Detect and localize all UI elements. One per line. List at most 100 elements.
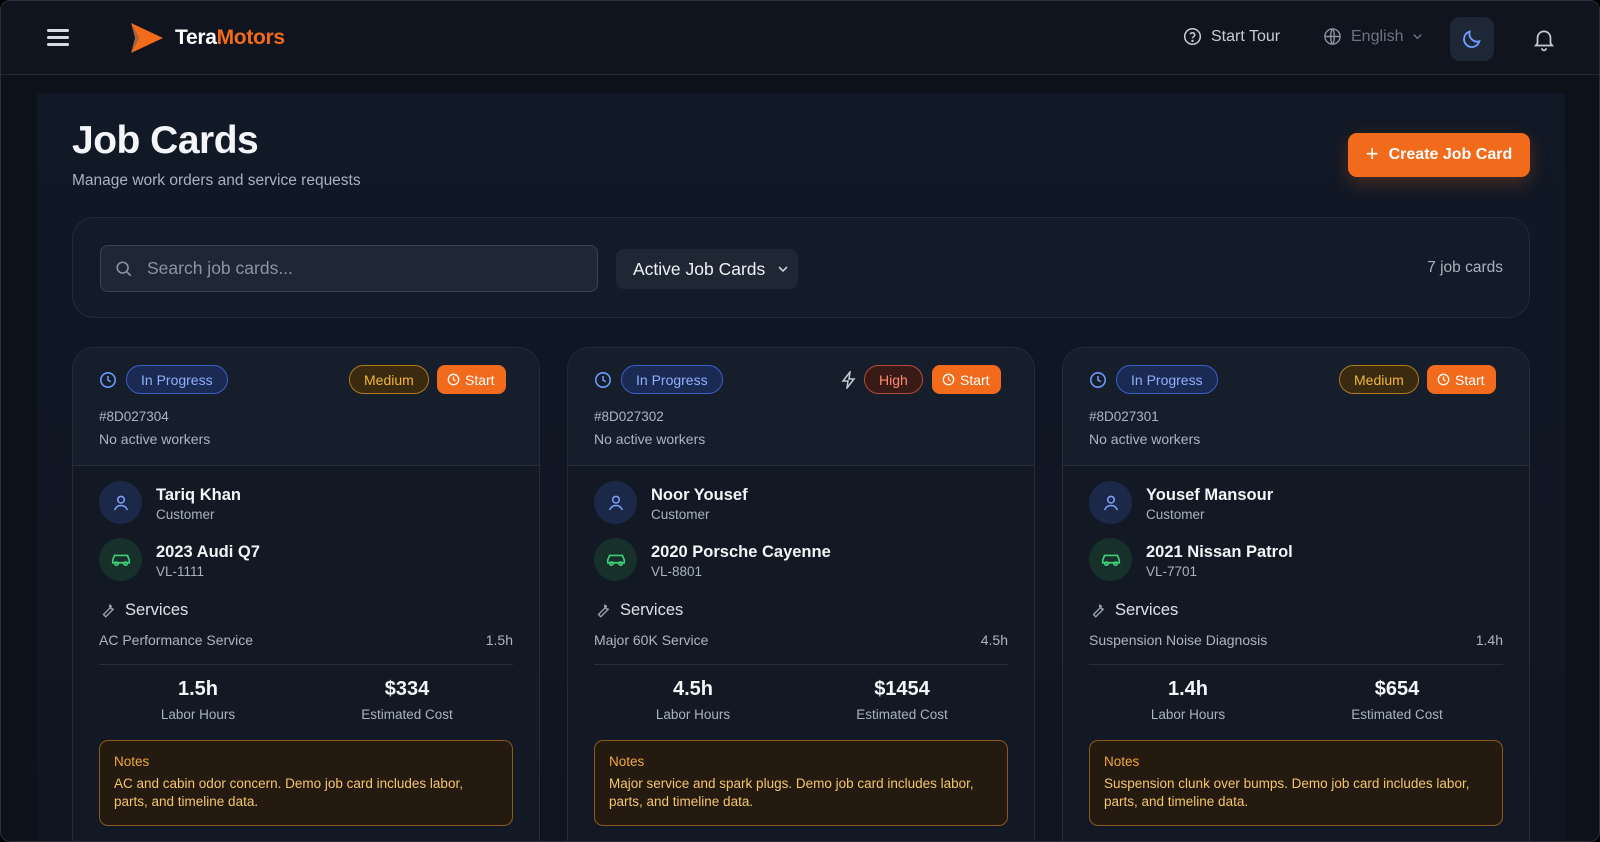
globe-icon — [1324, 28, 1341, 45]
estimated-cost-label: Estimated Cost — [856, 707, 948, 722]
customer-role: Customer — [156, 507, 215, 522]
estimated-cost-value: $334 — [384, 678, 430, 700]
estimated-cost-value: $654 — [1374, 678, 1420, 700]
start-button[interactable]: Start — [437, 365, 506, 394]
service-name: Major 60K Service — [594, 632, 709, 648]
filter-bar: Active Job Cards 7 job cards — [72, 217, 1530, 318]
main-content: Job Cards Manage work orders and service… — [37, 93, 1565, 841]
service-hours: 1.4h — [1475, 632, 1503, 648]
job-card[interactable]: In Progress Medium Start #8D027301 No ac… — [1062, 347, 1530, 841]
customer-name: Tariq Khan — [156, 486, 241, 504]
notes-box: Notes Major service and spark plugs. Dem… — [594, 740, 1008, 826]
language-selector[interactable]: English — [1323, 27, 1423, 46]
app-window: TeraMotors Start Tour English Job Cards … — [0, 0, 1600, 842]
wrench-icon — [102, 604, 115, 618]
labor-hours-label: Labor Hours — [1150, 707, 1226, 722]
job-card[interactable]: In Progress High Start #8D027302 No acti… — [567, 347, 1035, 841]
customer-role: Customer — [651, 507, 710, 522]
customer-role: Customer — [1146, 507, 1205, 522]
labor-hours-stat: 1.5h Labor Hours — [108, 678, 288, 722]
services-heading: Services — [620, 601, 684, 619]
start-label: Start — [465, 371, 495, 388]
start-button[interactable]: Start — [932, 365, 1001, 394]
labor-hours-stat: 1.4h Labor Hours — [1098, 678, 1278, 722]
help-circle-icon — [1183, 27, 1202, 46]
user-icon — [1103, 495, 1118, 510]
estimated-cost-label: Estimated Cost — [361, 707, 453, 722]
car-icon — [1101, 554, 1120, 566]
active-workers-text: No active workers — [1089, 431, 1201, 447]
priority-badge: High — [864, 365, 923, 394]
job-id: #8D027301 — [1089, 409, 1159, 424]
estimated-cost-stat: $334 Estimated Cost — [317, 678, 497, 722]
create-job-card-label: Create Job Card — [1388, 146, 1513, 163]
start-tour-label: Start Tour — [1211, 27, 1281, 45]
service-hours: 4.5h — [980, 632, 1008, 648]
wrench-icon — [1092, 604, 1105, 618]
clock-icon — [942, 373, 955, 386]
top-bar: TeraMotors Start Tour English — [1, 1, 1599, 75]
labor-hours-value: 1.5h — [177, 678, 219, 700]
estimated-cost-value: $1454 — [874, 678, 930, 700]
chevron-down-icon — [778, 266, 788, 273]
estimated-cost-stat: $1454 Estimated Cost — [812, 678, 992, 722]
create-job-card-button[interactable]: + Create Job Card — [1348, 133, 1530, 177]
estimated-cost-stat: $654 Estimated Cost — [1307, 678, 1487, 722]
customer-name: Noor Yousef — [651, 486, 748, 504]
brand-logo[interactable]: TeraMotors — [129, 21, 285, 55]
vehicle-plate: VL-7701 — [1146, 564, 1198, 579]
car-icon — [606, 554, 625, 566]
status-badge: In Progress — [126, 365, 228, 394]
divider — [99, 664, 513, 665]
notes-title: Notes — [609, 754, 645, 769]
notes-box: Notes AC and cabin odor concern. Demo jo… — [99, 740, 513, 826]
job-card-header: In Progress Medium Start #8D027301 No ac… — [1063, 348, 1529, 466]
labor-hours-value: 4.5h — [672, 678, 714, 700]
divider — [594, 664, 1008, 665]
priority-badge: Medium — [349, 365, 429, 394]
start-label: Start — [960, 371, 990, 388]
lightning-icon — [841, 371, 856, 389]
user-icon — [113, 495, 128, 510]
moon-icon — [1463, 30, 1481, 48]
search-icon — [116, 260, 132, 276]
notes-title: Notes — [114, 754, 150, 769]
notes-title: Notes — [1104, 754, 1140, 769]
estimated-cost-label: Estimated Cost — [1351, 707, 1443, 722]
labor-hours-value: 1.4h — [1167, 678, 1209, 700]
search-box[interactable] — [100, 245, 598, 292]
vehicle-name: 2021 Nissan Patrol — [1146, 543, 1293, 561]
menu-icon[interactable] — [47, 27, 71, 47]
status-filter-select[interactable]: Active Job Cards — [616, 249, 798, 289]
language-label: English — [1351, 27, 1404, 45]
divider — [1089, 664, 1503, 665]
start-label: Start — [1455, 371, 1485, 388]
active-workers-text: No active workers — [99, 431, 211, 447]
start-tour-button[interactable]: Start Tour — [1183, 27, 1280, 46]
service-name: Suspension Noise Diagnosis — [1089, 632, 1268, 648]
theme-toggle-button[interactable] — [1450, 17, 1494, 61]
clock-icon — [1437, 373, 1450, 386]
active-workers-text: No active workers — [594, 431, 706, 447]
notes-text: Major service and spark plugs. Demo job … — [609, 776, 974, 809]
notifications-bell-icon[interactable] — [1531, 26, 1557, 52]
car-icon — [111, 554, 130, 566]
services-heading: Services — [1115, 601, 1179, 619]
clock-icon — [447, 373, 460, 386]
job-card-header: In Progress High Start #8D027302 No acti… — [568, 348, 1034, 466]
customer-avatar — [1089, 481, 1132, 524]
notes-text: Suspension clunk over bumps. Demo job ca… — [1104, 776, 1470, 809]
search-input[interactable] — [147, 258, 567, 279]
vehicle-plate: VL-8801 — [651, 564, 703, 579]
job-card[interactable]: In Progress Medium Start #8D027304 No ac… — [72, 347, 540, 841]
labor-hours-stat: 4.5h Labor Hours — [603, 678, 783, 722]
service-name: AC Performance Service — [99, 632, 254, 648]
start-button[interactable]: Start — [1427, 365, 1496, 394]
clock-icon — [1090, 372, 1106, 388]
status-badge: In Progress — [621, 365, 723, 394]
vehicle-avatar — [99, 538, 142, 581]
notes-text: AC and cabin odor concern. Demo job card… — [114, 776, 463, 809]
labor-hours-label: Labor Hours — [160, 707, 236, 722]
service-hours: 1.5h — [485, 632, 513, 648]
notes-box: Notes Suspension clunk over bumps. Demo … — [1089, 740, 1503, 826]
